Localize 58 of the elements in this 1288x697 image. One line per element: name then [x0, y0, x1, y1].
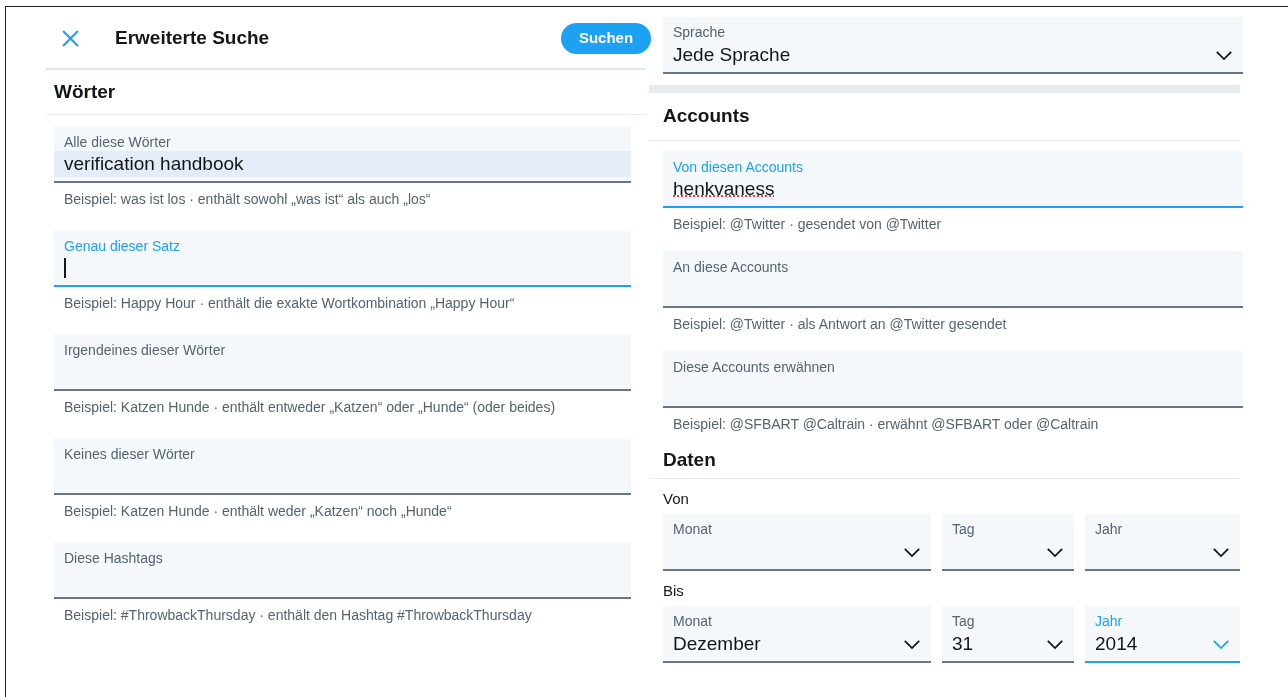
text-cursor — [64, 258, 66, 278]
hint-text: Beispiel: Happy Hour · enthält die exakte Wortkombination „Happy Hour“ — [63, 294, 516, 313]
field-label: Tag — [952, 520, 976, 538]
hint-text: Beispiel: @Twitter · als Antwort an @Twitter gesendet — [672, 315, 1008, 334]
chevron-down-icon — [1212, 546, 1230, 558]
text-field[interactable]: Irgendeines dieser Wörter — [54, 334, 631, 391]
dropdown-select[interactable]: Jahr — [1085, 514, 1240, 571]
dropdown-select[interactable]: Monat Dezember — [663, 606, 931, 663]
section-heading: Daten — [649, 439, 1240, 479]
field-label: Irgendeines dieser Wörter — [64, 341, 227, 359]
dropdown-select[interactable]: Tag 31 — [942, 606, 1074, 663]
range-label: Von — [663, 489, 690, 509]
field-label: Genau dieser Satz — [64, 237, 181, 255]
field-label: Von diesen Accounts — [673, 158, 804, 176]
text-field[interactable]: Alle diese Wörter verification handbook — [54, 126, 631, 183]
hint-text: Beispiel: Katzen Hunde · enthält weder „Katzen“ noch „Hunde“ — [63, 502, 453, 521]
dropdown-select[interactable]: Tag — [942, 514, 1074, 571]
chevron-down-icon — [903, 638, 921, 650]
field-label: Diese Accounts erwähnen — [673, 358, 836, 376]
hint-text: Beispiel: #ThrowbackThursday · enthält den Hashtag #ThrowbackThursday — [63, 606, 533, 625]
section-heading: Wörter — [46, 70, 646, 115]
field-label: Diese Hashtags — [64, 549, 164, 567]
field-value: Jede Sprache — [673, 42, 791, 67]
field-label: Monat — [673, 612, 713, 630]
hint-text: Beispiel: @Twitter · gesendet von @Twitter — [672, 215, 943, 234]
text-field[interactable]: Von diesen Accounts henkvaness — [663, 151, 1243, 208]
field-value: Dezember — [673, 631, 761, 656]
field-value: 2014 — [1095, 631, 1138, 656]
field-label: Monat — [673, 520, 713, 538]
hint-text: Beispiel: Katzen Hunde · enthält entweder „Katzen“ oder „Hunde“ (oder beides) — [63, 398, 557, 417]
text-field[interactable]: Diese Accounts erwähnen — [663, 351, 1243, 408]
field-label: Sprache — [673, 23, 727, 41]
chevron-down-icon — [1212, 638, 1230, 650]
field-value: verification handbook — [64, 152, 244, 176]
field-label: Jahr — [1095, 520, 1124, 538]
field-label: Tag — [952, 612, 976, 630]
dropdown-select[interactable]: Jahr 2014 — [1085, 606, 1240, 663]
chevron-down-icon — [903, 546, 921, 558]
text-field[interactable]: An diese Accounts — [663, 251, 1243, 308]
section-heading: Accounts — [649, 93, 1240, 141]
text-field[interactable]: Keines dieser Wörter — [54, 438, 631, 495]
chevron-down-icon — [1046, 638, 1064, 650]
dialog-title: Erweiterte Suche — [115, 26, 270, 51]
field-label: An diese Accounts — [673, 258, 790, 276]
dropdown-select[interactable]: Monat — [663, 514, 931, 571]
field-value: henkvaness — [673, 177, 775, 201]
chevron-down-icon — [1046, 546, 1064, 558]
field-value: 31 — [952, 631, 974, 656]
text-field[interactable]: Diese Hashtags — [54, 542, 631, 599]
field-label: Alle diese Wörter — [64, 133, 172, 151]
range-label: Bis — [663, 581, 685, 601]
field-label: Jahr — [1095, 612, 1124, 630]
dropdown-select[interactable]: Sprache Jede Sprache — [663, 17, 1243, 74]
close-icon[interactable] — [62, 30, 79, 47]
hint-text: Beispiel: was ist los · enthält sowohl „was ist“ als auch „los“ — [63, 190, 432, 209]
chevron-down-icon — [1215, 49, 1233, 61]
hint-text: Beispiel: @SFBART @Caltrain · erwähnt @SFBART oder @Caltrain — [672, 415, 1100, 434]
field-label: Keines dieser Wörter — [64, 445, 196, 463]
